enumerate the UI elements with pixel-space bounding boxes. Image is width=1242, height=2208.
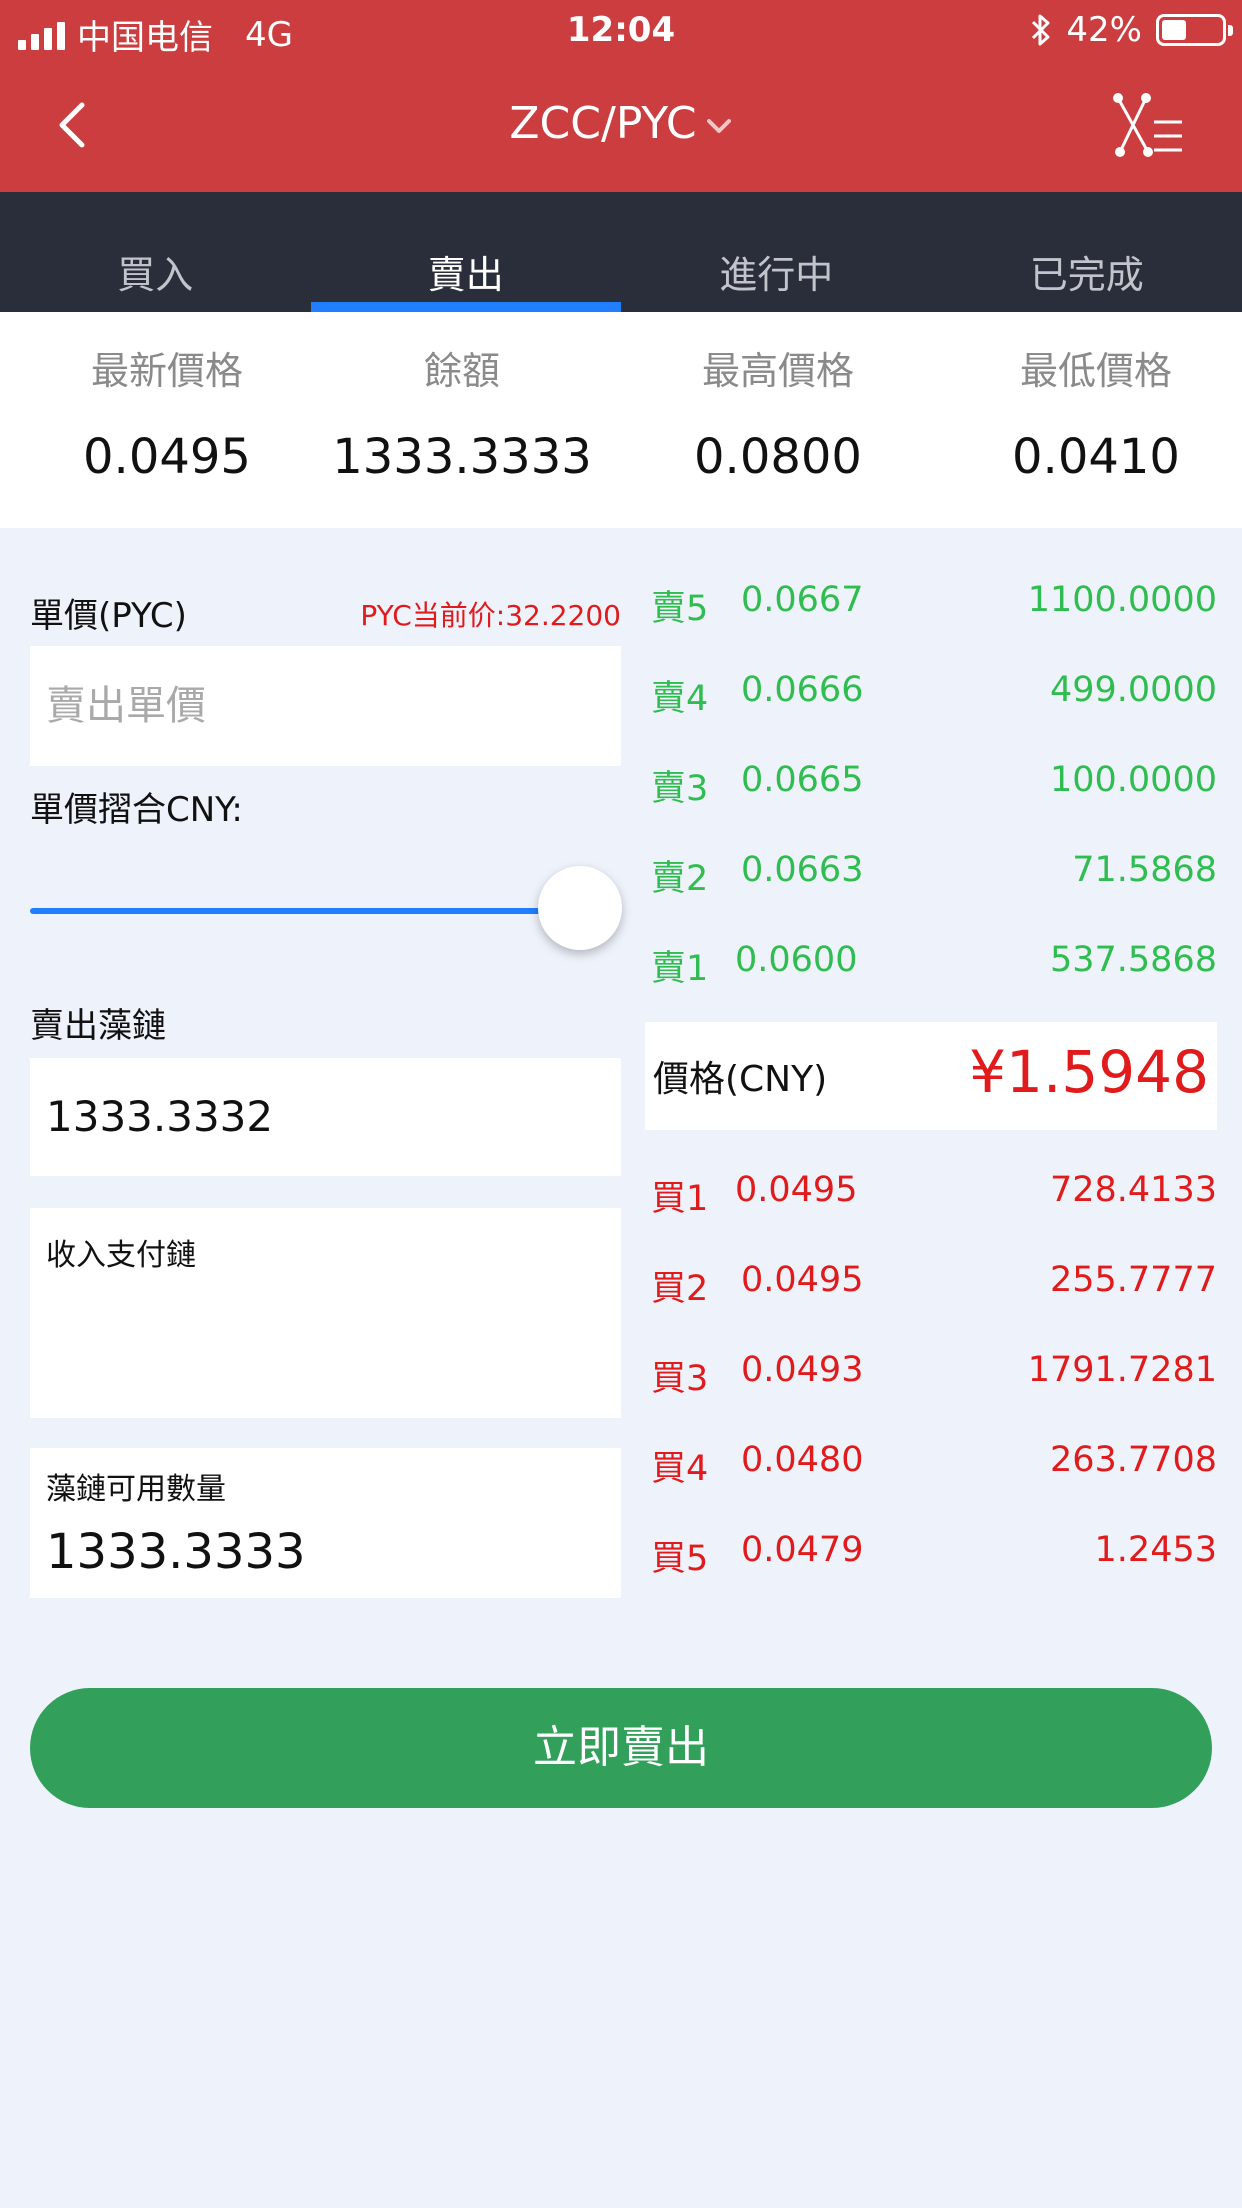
unit-price-input[interactable]: 賣出單價: [30, 646, 621, 766]
order-level: 賣3: [651, 769, 709, 809]
order-level: 買4: [651, 1449, 709, 1489]
sell-order-row[interactable]: 賣1 0.0600 537.5868: [651, 940, 1217, 1000]
unit-price-label: 單價(PYC): [30, 596, 187, 636]
page-title: ZCC/PYC: [509, 98, 697, 149]
tab-sell[interactable]: 賣出: [310, 192, 622, 312]
market-stats: 最新價格 0.0495 餘額 1333.3333 最高價格 0.0800 最低價…: [0, 312, 1242, 528]
available-label: 藻鏈可用數量: [46, 1472, 226, 1507]
pair-selector[interactable]: ZCC/PYC: [0, 98, 1242, 149]
sell-order-row[interactable]: 賣2 0.0663 71.5868: [651, 850, 1217, 910]
chevron-down-icon: [706, 119, 731, 133]
order-level: 賣4: [651, 679, 709, 719]
available-value: 1333.3333: [46, 1524, 306, 1580]
sell-amount-value: 1333.3332: [46, 1092, 274, 1141]
order-qty: 255.7777: [1049, 1260, 1217, 1300]
battery-cap: [1228, 25, 1233, 36]
status-bar: 中国电信 4G 12:04 42%: [0, 0, 1242, 62]
order-price: 0.0495: [741, 1260, 864, 1300]
order-level: 買1: [651, 1179, 709, 1219]
sell-amount-label: 賣出藻鏈: [30, 1006, 166, 1046]
order-price: 0.0479: [741, 1530, 864, 1570]
order-qty: 1791.7281: [1027, 1350, 1217, 1390]
stat-value: 0.0410: [1012, 429, 1180, 485]
order-price: 0.0495: [735, 1170, 858, 1210]
buy-order-row[interactable]: 買3 0.0493 1791.7281: [651, 1350, 1217, 1410]
order-level: 賣1: [651, 949, 709, 989]
order-level: 買3: [651, 1359, 709, 1399]
order-price: 0.0493: [741, 1350, 864, 1390]
order-price: 0.0480: [741, 1440, 864, 1480]
stat-latest-price: 最新價格 0.0495: [12, 312, 322, 485]
unit-price-placeholder: 賣出單價: [46, 683, 206, 729]
buy-order-row[interactable]: 買1 0.0495 728.4133: [651, 1170, 1217, 1230]
cny-price-label: 價格(CNY): [653, 1059, 828, 1100]
stat-highest-price: 最高價格 0.0800: [623, 312, 933, 485]
sell-amount-input[interactable]: 1333.3332: [30, 1058, 621, 1176]
order-qty: 71.5868: [1072, 850, 1217, 890]
order-price: 0.0600: [735, 940, 858, 980]
stat-value: 1333.3333: [332, 429, 592, 485]
sell-order-row[interactable]: 賣4 0.0666 499.0000: [651, 670, 1217, 730]
cny-price-value: ¥1.5948: [969, 1038, 1209, 1106]
order-price: 0.0667: [741, 580, 864, 620]
kline-menu-icon[interactable]: [1110, 92, 1186, 158]
order-qty: 728.4133: [1049, 1170, 1217, 1210]
price-slider-thumb[interactable]: [538, 866, 622, 950]
stat-value: 0.0800: [694, 429, 862, 485]
income-chain-input[interactable]: 收入支付鏈: [30, 1208, 621, 1418]
order-level: 買2: [651, 1269, 709, 1309]
order-qty: 1100.0000: [1027, 580, 1217, 620]
stat-label: 最新價格: [90, 349, 243, 393]
top-header: 中国电信 4G 12:04 42% ZCC/PYC: [0, 0, 1242, 192]
order-qty: 537.5868: [1049, 940, 1217, 980]
stat-balance: 餘額 1333.3333: [307, 312, 617, 485]
tab-completed[interactable]: 已完成: [932, 192, 1242, 312]
stat-lowest-price: 最低價格 0.0410: [941, 312, 1242, 485]
buy-order-row[interactable]: 買2 0.0495 255.7777: [651, 1260, 1217, 1320]
stat-label: 餘額: [423, 349, 500, 393]
order-qty: 1.2453: [1094, 1530, 1217, 1570]
order-level: 賣2: [651, 859, 709, 899]
order-qty: 100.0000: [1049, 760, 1217, 800]
order-qty: 499.0000: [1049, 670, 1217, 710]
order-price: 0.0665: [741, 760, 864, 800]
order-qty: 263.7708: [1049, 1440, 1217, 1480]
order-price: 0.0663: [741, 850, 864, 890]
buy-order-row[interactable]: 買4 0.0480 263.7708: [651, 1440, 1217, 1500]
cny-price-box: 價格(CNY) ¥1.5948: [645, 1022, 1217, 1130]
bluetooth-icon: [1032, 14, 1050, 46]
battery-fill: [1162, 20, 1187, 40]
order-level: 賣5: [651, 589, 709, 629]
battery-icon: [1156, 14, 1233, 46]
sell-now-button[interactable]: 立即賣出: [30, 1688, 1212, 1808]
income-chain-placeholder: 收入支付鏈: [46, 1238, 196, 1273]
tab-buy[interactable]: 買入: [0, 192, 311, 312]
stat-label: 最高價格: [701, 349, 854, 393]
stat-value: 0.0495: [83, 429, 251, 485]
battery-percent: 42%: [1066, 10, 1142, 50]
buy-order-row[interactable]: 買5 0.0479 1.2453: [651, 1530, 1217, 1590]
price-slider-track[interactable]: [30, 908, 590, 914]
status-right: 42%: [1030, 10, 1233, 50]
pyc-current-price: PYC当前价:32.2200: [360, 599, 621, 632]
trade-tabs: 買入 賣出 進行中 已完成: [0, 192, 1242, 312]
sell-order-row[interactable]: 賣3 0.0665 100.0000: [651, 760, 1217, 820]
order-price: 0.0666: [741, 670, 864, 710]
sell-order-row[interactable]: 賣5 0.0667 1100.0000: [651, 580, 1217, 640]
cny-equivalent-label: 單價摺合CNY:: [30, 790, 243, 830]
stat-label: 最低價格: [1019, 349, 1172, 393]
available-amount-box: 藻鏈可用數量 1333.3333: [30, 1448, 621, 1598]
order-level: 買5: [651, 1539, 709, 1579]
tab-in-progress[interactable]: 進行中: [621, 192, 932, 312]
